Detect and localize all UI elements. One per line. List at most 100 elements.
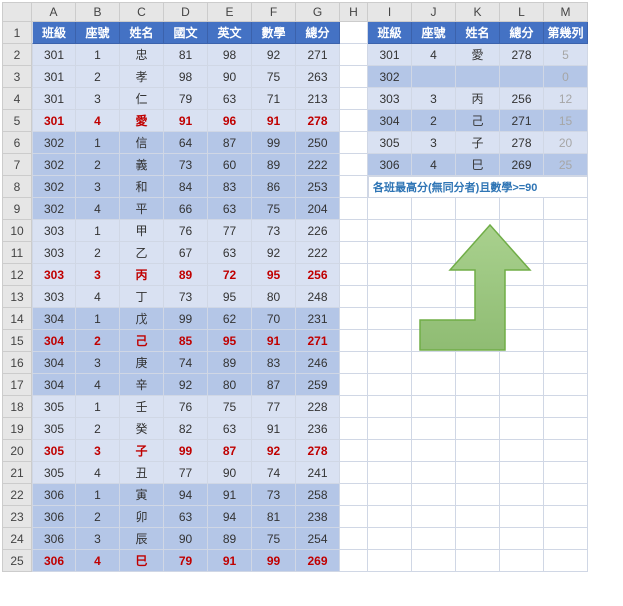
left-hdr-chinese[interactable]: 國文: [164, 22, 208, 44]
empty-cell[interactable]: [544, 242, 588, 264]
left-math[interactable]: 71: [252, 88, 296, 110]
col-header-K[interactable]: K: [456, 2, 500, 22]
right-rownum[interactable]: 25: [544, 154, 588, 176]
empty-cell[interactable]: [456, 440, 500, 462]
left-math[interactable]: 81: [252, 506, 296, 528]
left-math[interactable]: 75: [252, 528, 296, 550]
left-math[interactable]: 86: [252, 176, 296, 198]
row-header-24[interactable]: 24: [2, 528, 32, 550]
empty-cell[interactable]: [412, 550, 456, 572]
empty-cell[interactable]: [368, 418, 412, 440]
row-header-16[interactable]: 16: [2, 352, 32, 374]
empty-cell[interactable]: [412, 374, 456, 396]
left-name[interactable]: 己: [120, 330, 164, 352]
left-name[interactable]: 丙: [120, 264, 164, 286]
empty-cell[interactable]: [544, 528, 588, 550]
left-english[interactable]: 89: [208, 352, 252, 374]
left-name[interactable]: 子: [120, 440, 164, 462]
blank-h[interactable]: [340, 440, 368, 462]
col-header-J[interactable]: J: [412, 2, 456, 22]
row-header-19[interactable]: 19: [2, 418, 32, 440]
left-name[interactable]: 和: [120, 176, 164, 198]
left-total[interactable]: 231: [296, 308, 340, 330]
empty-cell[interactable]: [412, 242, 456, 264]
empty-cell[interactable]: [456, 462, 500, 484]
left-chinese[interactable]: 66: [164, 198, 208, 220]
blank-h[interactable]: [340, 198, 368, 220]
row-header-6[interactable]: 6: [2, 132, 32, 154]
col-header-E[interactable]: E: [208, 2, 252, 22]
row-header-17[interactable]: 17: [2, 374, 32, 396]
left-name[interactable]: 甲: [120, 220, 164, 242]
empty-cell[interactable]: [544, 374, 588, 396]
left-class[interactable]: 305: [32, 418, 76, 440]
left-class[interactable]: 301: [32, 66, 76, 88]
empty-cell[interactable]: [500, 264, 544, 286]
left-total[interactable]: 228: [296, 396, 340, 418]
select-all-corner[interactable]: [2, 2, 32, 22]
empty-cell[interactable]: [544, 286, 588, 308]
empty-cell[interactable]: [412, 330, 456, 352]
row-header-14[interactable]: 14: [2, 308, 32, 330]
col-header-A[interactable]: A: [32, 2, 76, 22]
left-name[interactable]: 辰: [120, 528, 164, 550]
left-name[interactable]: 寅: [120, 484, 164, 506]
left-total[interactable]: 271: [296, 44, 340, 66]
left-seat[interactable]: 2: [76, 506, 120, 528]
left-chinese[interactable]: 74: [164, 352, 208, 374]
left-seat[interactable]: 3: [76, 264, 120, 286]
left-english[interactable]: 94: [208, 506, 252, 528]
empty-cell[interactable]: [544, 264, 588, 286]
col-header-G[interactable]: G: [296, 2, 340, 22]
left-math[interactable]: 70: [252, 308, 296, 330]
left-hdr-math[interactable]: 數學: [252, 22, 296, 44]
empty-cell[interactable]: [368, 330, 412, 352]
empty-cell[interactable]: [456, 220, 500, 242]
left-seat[interactable]: 2: [76, 330, 120, 352]
left-chinese[interactable]: 76: [164, 220, 208, 242]
left-chinese[interactable]: 91: [164, 110, 208, 132]
left-seat[interactable]: 3: [76, 352, 120, 374]
left-name[interactable]: 乙: [120, 242, 164, 264]
right-rownum[interactable]: 20: [544, 132, 588, 154]
row-header-1[interactable]: 1: [2, 22, 32, 44]
blank-h[interactable]: [340, 330, 368, 352]
empty-cell[interactable]: [412, 462, 456, 484]
empty-cell[interactable]: [368, 352, 412, 374]
left-math[interactable]: 80: [252, 286, 296, 308]
left-total[interactable]: 238: [296, 506, 340, 528]
left-chinese[interactable]: 77: [164, 462, 208, 484]
right-class[interactable]: 302: [368, 66, 412, 88]
left-chinese[interactable]: 82: [164, 418, 208, 440]
row-header-8[interactable]: 8: [2, 176, 32, 198]
left-name[interactable]: 義: [120, 154, 164, 176]
left-english[interactable]: 77: [208, 220, 252, 242]
left-name[interactable]: 庚: [120, 352, 164, 374]
right-total[interactable]: 278: [500, 44, 544, 66]
left-chinese[interactable]: 67: [164, 242, 208, 264]
left-class[interactable]: 302: [32, 154, 76, 176]
empty-cell[interactable]: [500, 286, 544, 308]
right-name[interactable]: 巳: [456, 154, 500, 176]
empty-cell[interactable]: [500, 440, 544, 462]
left-name[interactable]: 平: [120, 198, 164, 220]
left-chinese[interactable]: 79: [164, 550, 208, 572]
left-total[interactable]: 222: [296, 242, 340, 264]
left-class[interactable]: 304: [32, 352, 76, 374]
left-class[interactable]: 303: [32, 220, 76, 242]
left-chinese[interactable]: 81: [164, 44, 208, 66]
left-chinese[interactable]: 63: [164, 506, 208, 528]
empty-cell[interactable]: [412, 198, 456, 220]
empty-cell[interactable]: [544, 220, 588, 242]
empty-cell[interactable]: [456, 286, 500, 308]
empty-cell[interactable]: [544, 550, 588, 572]
left-total[interactable]: 253: [296, 176, 340, 198]
blank-h[interactable]: [340, 308, 368, 330]
left-math[interactable]: 91: [252, 418, 296, 440]
row-header-9[interactable]: 9: [2, 198, 32, 220]
empty-cell[interactable]: [456, 374, 500, 396]
empty-cell[interactable]: [412, 506, 456, 528]
left-seat[interactable]: 4: [76, 286, 120, 308]
blank-h[interactable]: [340, 242, 368, 264]
row-header-22[interactable]: 22: [2, 484, 32, 506]
